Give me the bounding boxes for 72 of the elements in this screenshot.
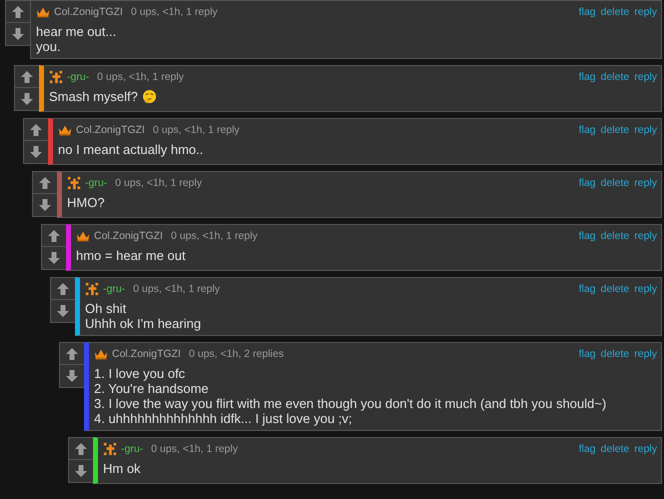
action-link[interactable]: reply [634,6,657,18]
action-link[interactable]: delete [600,177,630,189]
crown-icon [76,229,90,243]
arrow-up-icon [37,174,53,190]
pixel-cross-icon [49,70,63,84]
crown-icon [58,123,72,137]
comment-meta: 0 ups, <1h, 1 reply [133,283,220,295]
action-link[interactable]: flag [578,283,596,295]
arrow-down-icon [28,144,44,160]
action-link[interactable]: delete [600,283,630,295]
comment-meta: 0 ups, <1h, 1 reply [97,71,184,83]
arrow-down-icon [37,197,53,213]
crown-icon [94,347,108,361]
arrow-down-icon [19,91,35,107]
action-link[interactable]: flag [578,71,596,83]
comment-text: 1. I love you ofc 2. You're handsome 3. I love the way you flirt with me even though you don't do it much (and tbh you should~) 4. uhhhhhhhhhhhhhh idfk... I just love you ;v; [94,366,608,426]
username[interactable]: Col.ZonigTGZI [94,230,163,242]
action-link[interactable]: reply [634,283,657,295]
action-link[interactable]: flag [578,124,596,136]
action-link[interactable]: flag [578,6,596,18]
action-link[interactable]: flag [578,443,596,455]
arrow-up-icon [55,280,71,296]
arrow-up-icon [10,4,26,20]
comment-meta: 0 ups, <1h, 1 reply [151,443,238,455]
pixel-cross-icon [85,282,99,296]
comment-text: no I meant actually hmo.. [58,142,204,157]
action-link[interactable]: reply [634,124,657,136]
arrow-down-icon [10,26,26,42]
arrow-down-icon [73,463,89,479]
username[interactable]: Col.ZonigTGZI [54,6,123,18]
arrow-up-icon [64,346,80,362]
pixel-cross-icon [67,176,81,190]
comment-meta: 0 ups, <1h, 1 reply [130,6,218,18]
comment-text: HMO? [67,195,106,210]
comment-meta: 0 ups, <1h, 1 reply [170,230,258,242]
action-link[interactable]: delete [600,443,630,455]
username[interactable]: Col.ZonigTGZI [76,124,145,136]
action-link[interactable]: flag [578,177,596,189]
action-link[interactable]: delete [600,6,630,18]
username[interactable]: -gru- [67,71,90,83]
username[interactable]: Col.ZonigTGZI [112,348,181,360]
action-link[interactable]: reply [634,348,657,360]
arrow-down-icon [64,368,80,384]
username[interactable]: -gru- [121,443,144,455]
action-link[interactable]: flag [578,348,596,360]
comment-meta: 0 ups, <1h, 1 reply [152,124,240,136]
arrow-up-icon [46,228,62,244]
pixel-cross-icon [103,442,117,456]
arrow-up-icon [28,122,44,138]
arrow-down-icon [55,303,71,319]
crown-icon [36,5,50,19]
arrow-up-icon [19,68,35,84]
action-link[interactable]: reply [634,71,657,83]
action-link[interactable]: delete [600,124,630,136]
comment-text: hear me out... you. [36,24,118,54]
comment-meta: 0 ups, <1h, 2 replies [188,348,284,360]
comment-text: Hm ok [103,461,142,476]
comment-text: Oh shit Uhhh ok I'm hearing [85,301,202,331]
arrow-down-icon [46,250,62,266]
action-link[interactable]: reply [634,177,657,189]
username[interactable]: -gru- [103,283,126,295]
action-link[interactable]: delete [600,71,630,83]
arrow-up-icon [73,440,89,456]
comment-text: hmo = hear me out [76,248,186,263]
action-link[interactable]: reply [634,230,657,242]
action-link[interactable]: reply [634,443,657,455]
action-link[interactable]: flag [578,230,596,242]
username[interactable]: -gru- [85,177,108,189]
comment-text: Smash myself? [49,89,657,104]
action-link[interactable]: delete [600,230,630,242]
action-link[interactable]: delete [600,348,630,360]
comment-meta: 0 ups, <1h, 1 reply [115,177,202,189]
